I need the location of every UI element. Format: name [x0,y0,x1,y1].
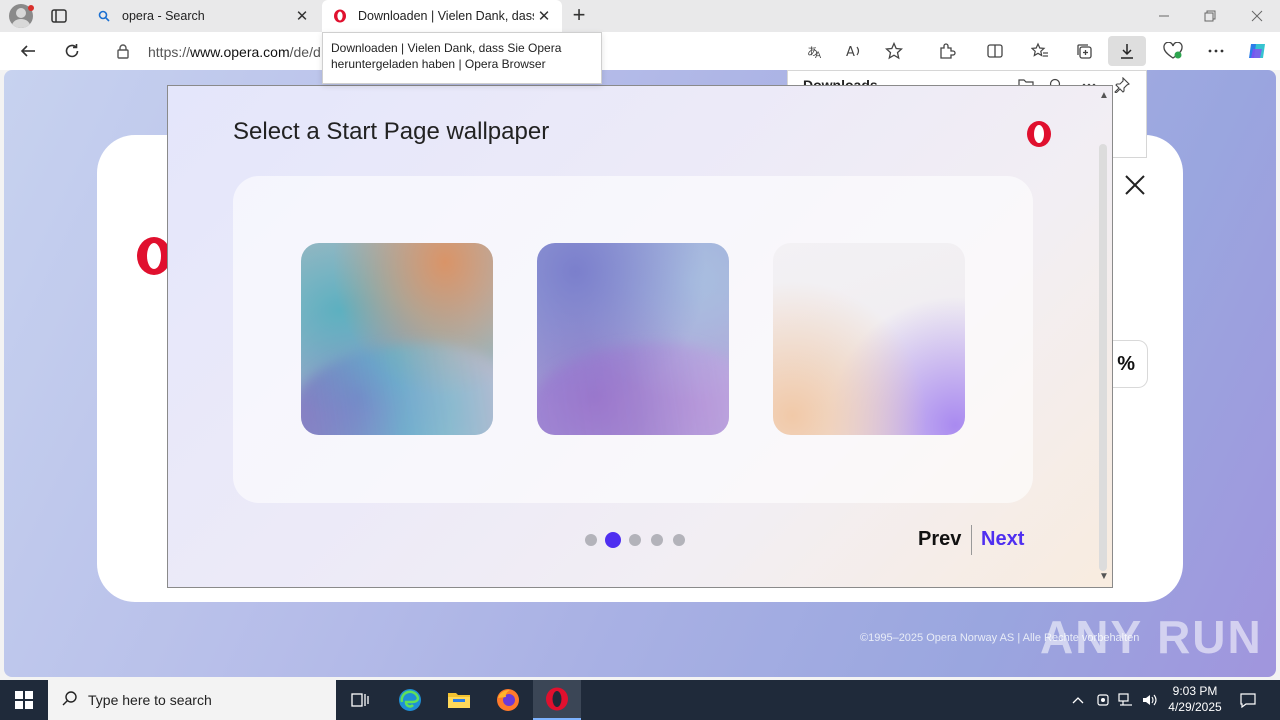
opera-logo-icon [1026,120,1052,153]
profile-notification-dot [28,5,34,11]
search-icon [62,690,78,711]
scroll-down-icon[interactable]: ▼ [1097,571,1111,583]
tab-tooltip: Downloaden | Vielen Dank, dass Sie Opera… [322,32,602,84]
dialog-scrollbar[interactable]: ▲ ▼ [1095,86,1112,587]
read-aloud-icon[interactable]: A [842,39,866,63]
tab-opera-download[interactable]: Downloaden | Vielen Dank, dass Sie Opera… [322,0,562,32]
url-text: https://www.opera.com/de/d [148,44,321,60]
firefox-icon[interactable] [484,680,532,720]
wallpaper-option-1[interactable] [301,243,493,435]
dialog-title: Select a Start Page wallpaper [233,118,550,145]
clock-date: 4/29/2025 [1168,700,1222,714]
watermark: ANY RUN [1040,611,1263,663]
browser-toolbar: https://www.opera.com/de/d あA A [0,32,1280,70]
restore-icon[interactable] [1198,4,1222,28]
performance-icon[interactable] [1161,39,1185,63]
collections-icon[interactable] [1072,39,1096,63]
wallpaper-option-3[interactable] [773,243,965,435]
favorite-star-icon[interactable] [882,39,906,63]
downloads-icon[interactable] [1108,36,1146,66]
refresh-icon[interactable] [60,39,84,63]
minimize-icon[interactable] [1152,4,1176,28]
back-icon[interactable] [16,39,40,63]
chevron-up-icon[interactable] [1068,690,1088,710]
task-view-icon[interactable] [336,680,384,720]
pin-icon[interactable] [1112,75,1132,95]
tab-strip: opera - Search ✕ Downloaden | Vielen Dan… [0,0,1280,32]
tab-title: opera - Search [122,9,205,23]
page-dot[interactable] [629,534,641,546]
device-icon[interactable] [1093,690,1113,710]
button-separator [971,525,972,555]
favorites-icon[interactable] [1028,39,1052,63]
scroll-up-icon[interactable]: ▲ [1097,90,1111,102]
installer-dialog: Select a Start Page wallpaper Prev Next … [167,85,1113,588]
svg-text:A: A [846,45,855,60]
notifications-icon[interactable] [1238,690,1258,710]
page-dot-active[interactable] [605,532,621,548]
network-icon[interactable] [1116,690,1136,710]
page-dot[interactable] [673,534,685,546]
close-tab-icon[interactable]: ✕ [534,6,554,26]
search-placeholder: Type here to search [88,692,212,708]
wallpaper-panel [233,176,1033,503]
page-dot[interactable] [651,534,663,546]
close-window-icon[interactable] [1245,4,1269,28]
taskbar-search[interactable]: Type here to search [48,680,336,720]
opera-icon [332,8,348,24]
more-options-icon[interactable] [1204,39,1228,63]
system-clock[interactable]: 9:03 PM 4/29/2025 [1160,683,1230,715]
tab-actions-icon[interactable] [50,7,68,25]
prev-button[interactable]: Prev [918,528,961,551]
clock-time: 9:03 PM [1172,684,1218,698]
extensions-icon[interactable] [935,39,959,63]
close-tab-icon[interactable]: ✕ [292,6,312,26]
tab-opera-search[interactable]: opera - Search ✕ [86,0,320,32]
volume-icon[interactable] [1140,690,1160,710]
split-screen-icon[interactable] [983,39,1007,63]
page-close-icon[interactable] [1124,174,1154,204]
next-button[interactable]: Next [981,528,1024,551]
svg-text:A: A [815,51,822,60]
scroll-thumb[interactable] [1099,144,1107,571]
tab-title: Downloaden | Vielen Dank, dass Sie Opera… [358,9,534,23]
windows-start-icon[interactable] [0,680,48,720]
translate-icon[interactable]: あA [803,39,827,63]
opera-taskbar-icon[interactable] [533,680,581,720]
new-tab-button[interactable]: + [568,4,590,27]
taskbar: Type here to search 9:03 PM 4/29/2025 [0,680,1280,720]
file-explorer-icon[interactable] [435,680,483,720]
wallpaper-option-2[interactable] [537,243,729,435]
copilot-icon[interactable] [1245,39,1269,63]
page-dot[interactable] [585,534,597,546]
edge-icon[interactable] [386,680,434,720]
search-icon [96,8,112,24]
pagination-dots [585,532,695,548]
lock-icon[interactable] [116,43,130,64]
